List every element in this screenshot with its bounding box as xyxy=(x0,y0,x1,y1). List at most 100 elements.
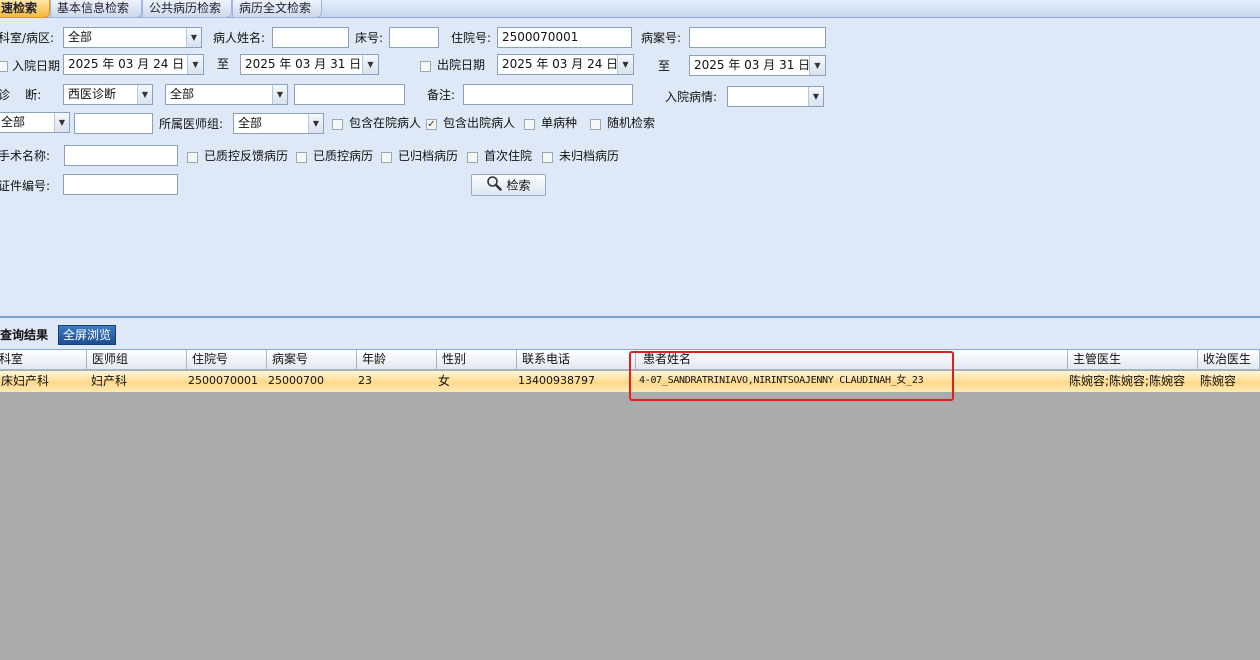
single-disease-checkbox[interactable] xyxy=(524,119,535,130)
col-header-attending-doctor[interactable]: 主管医生 xyxy=(1068,350,1198,370)
cell-case-no: 25000700 xyxy=(268,374,324,387)
diag-text-input[interactable] xyxy=(294,84,405,105)
case-no-label: 病案号: xyxy=(641,31,682,45)
cell-doctor-group: 妇产科 xyxy=(91,374,128,388)
dept-label: 科室/病区: xyxy=(0,31,55,45)
admit-to-label: 至 xyxy=(217,57,230,71)
tab-query-results[interactable]: 查询结果 xyxy=(0,324,52,346)
col-header-age[interactable]: 年龄 xyxy=(357,350,437,370)
row4-scope-value: 全部 xyxy=(1,115,26,129)
single-disease-label: 单病种 xyxy=(541,116,578,130)
admit-date-label: 入院日期 xyxy=(12,59,61,73)
admit-date-from-value: 2025 年 03 月 24 日 xyxy=(68,57,185,71)
surgery-label: 手术名称: xyxy=(0,149,51,163)
row4-scope-select[interactable]: 全部 ▼ xyxy=(0,112,70,133)
col-header-dept[interactable]: 科室 xyxy=(0,350,87,370)
discharge-date-from-value: 2025 年 03 月 24 日 xyxy=(502,57,619,71)
chevron-down-icon[interactable]: ▼ xyxy=(808,87,823,106)
first-admit-checkbox[interactable] xyxy=(467,152,478,163)
remark-label: 备注: xyxy=(427,88,456,102)
remark-input[interactable] xyxy=(463,84,633,105)
col-header-inpatient-no[interactable]: 住院号 xyxy=(187,350,267,370)
col-header-admitting-doctor[interactable]: 收治医生 xyxy=(1198,350,1260,370)
diag-scope-select[interactable]: 全部 ▼ xyxy=(165,84,288,105)
discharge-date-checkbox[interactable] xyxy=(420,61,431,72)
cell-admitting-doctor: 陈婉容 xyxy=(1200,374,1237,388)
id-no-label: 证件编号: xyxy=(0,179,51,193)
admit-date-to[interactable]: 2025 年 03 月 31 日 ▼ xyxy=(240,54,379,75)
discharge-date-from[interactable]: 2025 年 03 月 24 日 ▼ xyxy=(497,54,634,75)
discharged-checkbox[interactable]: ✓ xyxy=(426,119,437,130)
highlight-box xyxy=(629,351,954,401)
admit-date-checkbox[interactable] xyxy=(0,61,8,72)
chevron-down-icon[interactable]: ▼ xyxy=(362,55,378,74)
discharge-to-label: 至 xyxy=(658,59,671,73)
qc-feedback-checkbox[interactable] xyxy=(187,152,198,163)
archived-checkbox[interactable] xyxy=(381,152,392,163)
unarchived-checkbox[interactable] xyxy=(542,152,553,163)
qc-feedback-label: 已质控反馈病历 xyxy=(204,149,289,163)
discharge-date-label: 出院日期 xyxy=(437,58,486,72)
admit-condition-select[interactable]: ▼ xyxy=(727,86,824,107)
first-admit-label: 首次住院 xyxy=(484,149,533,163)
qc-label: 已质控病历 xyxy=(313,149,374,163)
qc-checkbox[interactable] xyxy=(296,152,307,163)
diag-scope-value: 全部 xyxy=(170,87,195,101)
diag-label: 诊 断: xyxy=(0,88,42,102)
discharged-label: 包含出院病人 xyxy=(443,116,516,130)
chevron-down-icon[interactable]: ▼ xyxy=(308,114,323,133)
diag-type-select[interactable]: 西医诊断 ▼ xyxy=(63,84,153,105)
cell-gender: 女 xyxy=(438,374,451,388)
chevron-down-icon[interactable]: ▼ xyxy=(137,85,152,104)
bed-input[interactable] xyxy=(389,27,439,48)
tab-fulltext-search[interactable]: 病历全文检索 xyxy=(232,0,322,18)
col-header-doctor-group[interactable]: 医师组 xyxy=(87,350,187,370)
search-form-panel: 科室/病区: 全部 ▼ 病人姓名: 床号: 住院号: 2500070001 病案… xyxy=(0,18,1260,318)
chevron-down-icon[interactable]: ▼ xyxy=(809,56,825,75)
admit-condition-label: 入院病情: xyxy=(665,90,718,104)
admit-date-from[interactable]: 2025 年 03 月 24 日 ▼ xyxy=(63,54,204,75)
case-no-input[interactable] xyxy=(689,27,826,48)
chevron-down-icon[interactable]: ▼ xyxy=(617,55,633,74)
cell-inpatient-no: 2500070001 xyxy=(188,374,258,387)
in-hospital-label: 包含在院病人 xyxy=(349,116,422,130)
doctor-group-select[interactable]: 全部 ▼ xyxy=(233,113,324,134)
patient-name-input[interactable] xyxy=(272,27,349,48)
cell-age: 23 xyxy=(358,374,372,387)
chevron-down-icon[interactable]: ▼ xyxy=(186,28,201,47)
discharge-date-to-value: 2025 年 03 月 31 日 xyxy=(694,58,811,72)
row4-text-input[interactable] xyxy=(74,113,153,134)
tab-quick-search[interactable]: 速检索 xyxy=(0,0,50,18)
surgery-input[interactable] xyxy=(64,145,178,166)
col-header-case-no[interactable]: 病案号 xyxy=(267,350,357,370)
inpatient-no-input[interactable]: 2500070001 xyxy=(497,27,632,48)
tab-public-record-search[interactable]: 公共病历检索 xyxy=(142,0,232,18)
random-label: 随机检索 xyxy=(607,116,656,130)
random-checkbox[interactable] xyxy=(590,119,601,130)
discharge-date-to[interactable]: 2025 年 03 月 31 日 ▼ xyxy=(689,55,826,76)
chevron-down-icon[interactable]: ▼ xyxy=(187,55,203,74)
in-hospital-checkbox[interactable] xyxy=(332,119,343,130)
fullscreen-button[interactable]: 全屏浏览 xyxy=(58,325,117,345)
doctor-group-label: 所属医师组: xyxy=(159,117,224,131)
search-button[interactable]: 检索 xyxy=(471,174,546,196)
top-tab-bar: 速检索 基本信息检索 公共病历检索 病历全文检索 xyxy=(0,0,1260,18)
col-header-phone[interactable]: 联系电话 xyxy=(517,350,636,370)
tab-basic-info-search[interactable]: 基本信息检索 xyxy=(50,0,142,18)
magnifier-icon xyxy=(486,175,503,197)
dept-select[interactable]: 全部 ▼ xyxy=(63,27,202,48)
col-header-gender[interactable]: 性别 xyxy=(437,350,517,370)
bed-label: 床号: xyxy=(355,31,384,45)
cell-attending-doctor: 陈婉容;陈婉容;陈婉容 xyxy=(1069,374,1186,388)
search-button-label: 检索 xyxy=(506,178,531,193)
results-tab-bar: 查询结果 全屏浏览 xyxy=(0,320,1260,350)
id-no-input[interactable] xyxy=(63,174,178,195)
inpatient-no-label: 住院号: xyxy=(451,31,492,45)
cell-phone: 13400938797 xyxy=(518,374,595,387)
doctor-group-value: 全部 xyxy=(238,116,263,130)
chevron-down-icon[interactable]: ▼ xyxy=(54,113,69,132)
chevron-down-icon[interactable]: ▼ xyxy=(272,85,287,104)
unarchived-label: 未归档病历 xyxy=(559,149,620,163)
admit-date-to-value: 2025 年 03 月 31 日 xyxy=(245,57,362,71)
archived-label: 已归档病历 xyxy=(398,149,459,163)
